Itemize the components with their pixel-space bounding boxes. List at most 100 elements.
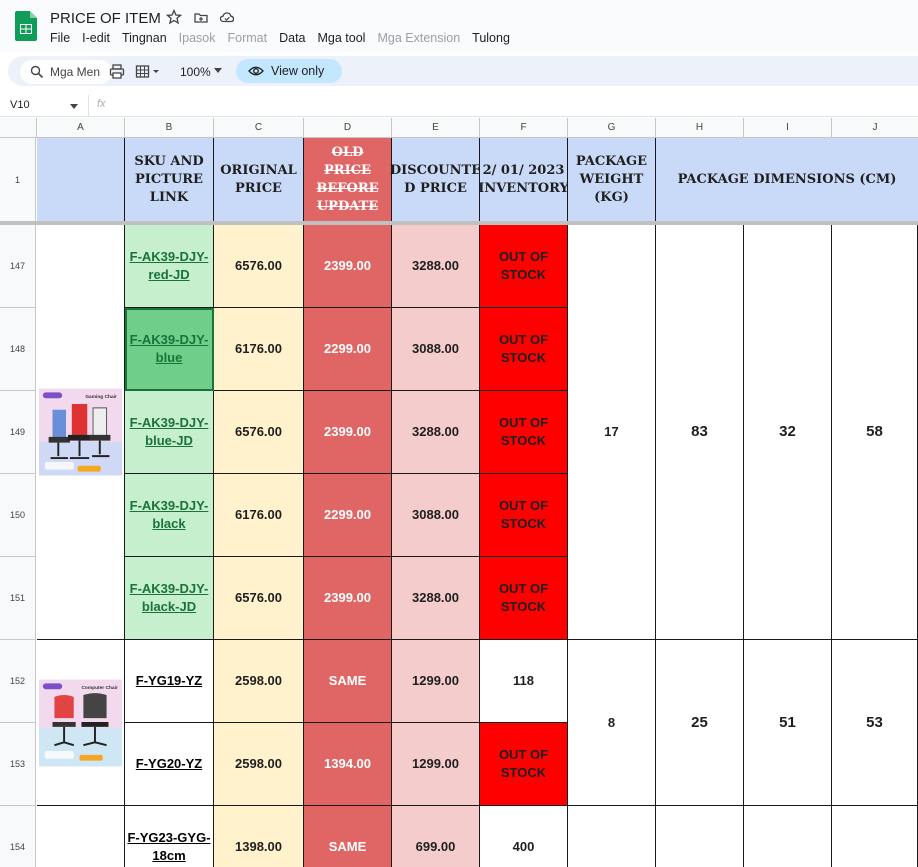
dimension-i-cell[interactable]: 32 — [744, 225, 832, 640]
old-price-cell[interactable]: 2299.00 — [304, 474, 392, 557]
cloud-status-icon[interactable] — [219, 9, 235, 25]
select-all-corner[interactable] — [0, 118, 37, 138]
discounted-price-cell[interactable]: 3088.00 — [392, 474, 480, 557]
inventory-out-of-stock-cell[interactable]: OUT OF STOCK — [480, 723, 568, 806]
product-picture-cell[interactable]: Gaming Chair — [37, 225, 125, 640]
row-header-154[interactable]: 154 — [0, 806, 36, 867]
empty-cell[interactable] — [656, 806, 744, 867]
row-header-151[interactable]: 151 — [0, 557, 36, 640]
header-package-weight[interactable]: PACKAGE WEIGHT (KG) — [568, 138, 656, 222]
dimension-h-cell[interactable]: 83 — [656, 225, 744, 640]
sku-link-cell[interactable]: F-AK39-DJY-red-JD — [125, 225, 214, 308]
header-sku[interactable]: SKU AND PICTURE LINK — [125, 138, 214, 222]
sku-link-cell[interactable]: F-AK39-DJY-black-JD — [125, 557, 214, 640]
row-header-150[interactable]: 150 — [0, 474, 36, 557]
star-icon[interactable] — [166, 9, 182, 25]
sku-link[interactable]: F-YG19-YZ — [136, 672, 202, 690]
column-header-j[interactable]: J — [832, 118, 918, 138]
old-price-cell[interactable]: SAME — [304, 640, 392, 723]
column-header-e[interactable]: E — [392, 118, 480, 138]
dimension-h-cell[interactable]: 25 — [656, 640, 744, 806]
discounted-price-cell[interactable]: 699.00 — [392, 806, 480, 867]
empty-cell[interactable] — [568, 806, 656, 867]
header-inventory[interactable]: 2/ 01/ 2023 INVENTORY — [478, 138, 569, 222]
menu-format[interactable]: Format — [228, 31, 268, 45]
original-price-cell[interactable]: 2598.00 — [214, 640, 304, 723]
column-header-d[interactable]: D — [304, 118, 392, 138]
menu-data[interactable]: Data — [279, 31, 305, 45]
inventory-count-cell[interactable]: 400 — [480, 806, 568, 867]
original-price-cell[interactable]: 6176.00 — [214, 308, 304, 391]
chevron-down-icon[interactable] — [214, 68, 222, 74]
menu-tools[interactable]: Mga tool — [318, 31, 366, 45]
header-discounted-price[interactable]: DISCOUNTE D PRICE — [390, 138, 481, 222]
row-header-149[interactable]: 149 — [0, 391, 36, 474]
inventory-out-of-stock-cell[interactable]: OUT OF STOCK — [480, 225, 568, 308]
view-only-button[interactable]: View only — [236, 59, 342, 83]
discounted-price-cell[interactable]: 3088.00 — [392, 308, 480, 391]
old-price-cell[interactable]: 2399.00 — [304, 225, 392, 308]
menu-help[interactable]: Tulong — [472, 31, 510, 45]
old-price-cell[interactable]: 1394.00 — [304, 723, 392, 806]
original-price-cell[interactable]: 1398.00 — [214, 806, 304, 867]
sku-link[interactable]: F-YG20-YZ — [136, 755, 202, 773]
header-old-price[interactable]: OLD PRICE BEFORE UPDATE — [304, 138, 392, 222]
discounted-price-cell[interactable]: 1299.00 — [392, 640, 480, 723]
menu-insert[interactable]: Ipasok — [179, 31, 216, 45]
package-weight-cell[interactable]: 8 — [568, 640, 656, 806]
column-header-g[interactable]: G — [568, 118, 656, 138]
name-box-dropdown-icon[interactable] — [70, 104, 78, 109]
menu-edit[interactable]: I-edit — [82, 31, 110, 45]
old-price-cell[interactable]: 2399.00 — [304, 557, 392, 640]
menu-view[interactable]: Tingnan — [122, 31, 167, 45]
header-package-dimensions[interactable]: PACKAGE DIMENSIONS (CM) — [656, 138, 918, 222]
original-price-cell[interactable]: 6576.00 — [214, 225, 304, 308]
sku-link-cell[interactable]: F-YG23-GYG-18cm — [125, 806, 214, 867]
inventory-count-cell[interactable]: 118 — [480, 640, 568, 723]
zoom-level[interactable]: 100% — [180, 65, 211, 79]
row-header-147[interactable]: 147 — [0, 225, 36, 308]
header-cell-picture[interactable] — [37, 138, 125, 222]
sku-link-cell[interactable]: F-YG20-YZ — [125, 723, 214, 806]
inventory-out-of-stock-cell[interactable]: OUT OF STOCK — [480, 474, 568, 557]
row-header-148[interactable]: 148 — [0, 308, 36, 391]
old-price-cell[interactable]: 2299.00 — [304, 308, 392, 391]
original-price-cell[interactable]: 2598.00 — [214, 723, 304, 806]
row-header-152[interactable]: 152 — [0, 640, 36, 723]
sku-link[interactable]: F-AK39-DJY-black — [127, 497, 211, 533]
sku-link[interactable]: F-AK39-DJY-black-JD — [127, 580, 211, 616]
product-picture-cell[interactable] — [37, 806, 125, 867]
inventory-out-of-stock-cell[interactable]: OUT OF STOCK — [480, 557, 568, 640]
sku-link-cell[interactable]: F-AK39-DJY-black — [125, 474, 214, 557]
sku-link[interactable]: F-AK39-DJY-blue-JD — [127, 414, 211, 450]
column-header-c[interactable]: C — [214, 118, 304, 138]
print-icon[interactable] — [109, 64, 125, 79]
original-price-cell[interactable]: 6576.00 — [214, 557, 304, 640]
row-header-1[interactable]: 1 — [0, 138, 36, 222]
sheets-logo-icon[interactable] — [15, 11, 37, 41]
dimension-i-cell[interactable]: 51 — [744, 640, 832, 806]
sku-link[interactable]: F-AK39-DJY-red-JD — [127, 248, 211, 284]
select-format-icon[interactable] — [135, 64, 161, 79]
header-original-price[interactable]: ORIGINAL PRICE — [214, 138, 304, 222]
inventory-out-of-stock-cell[interactable]: OUT OF STOCK — [480, 391, 568, 474]
empty-cell[interactable] — [832, 806, 918, 867]
discounted-price-cell[interactable]: 3288.00 — [392, 225, 480, 308]
original-price-cell[interactable]: 6176.00 — [214, 474, 304, 557]
menu-file[interactable]: File — [50, 31, 70, 45]
old-price-cell[interactable]: 2399.00 — [304, 391, 392, 474]
discounted-price-cell[interactable]: 3288.00 — [392, 557, 480, 640]
package-weight-cell[interactable]: 17 — [568, 225, 656, 640]
column-header-h[interactable]: H — [656, 118, 744, 138]
column-header-b[interactable]: B — [125, 118, 214, 138]
sku-link-cell[interactable]: F-AK39-DJY-blue-JD — [125, 391, 214, 474]
search-menus-input[interactable]: Mga Men — [20, 60, 112, 84]
sku-link[interactable]: F-YG23-GYG-18cm — [127, 829, 211, 865]
product-picture-cell[interactable]: Computer Chair — [37, 640, 125, 806]
dimension-j-cell[interactable]: 53 — [832, 640, 918, 806]
move-to-folder-icon[interactable] — [193, 9, 209, 25]
empty-cell[interactable] — [744, 806, 832, 867]
name-box[interactable]: V10 — [10, 99, 30, 111]
document-title[interactable]: PRICE OF ITEM — [50, 10, 161, 27]
original-price-cell[interactable]: 6576.00 — [214, 391, 304, 474]
